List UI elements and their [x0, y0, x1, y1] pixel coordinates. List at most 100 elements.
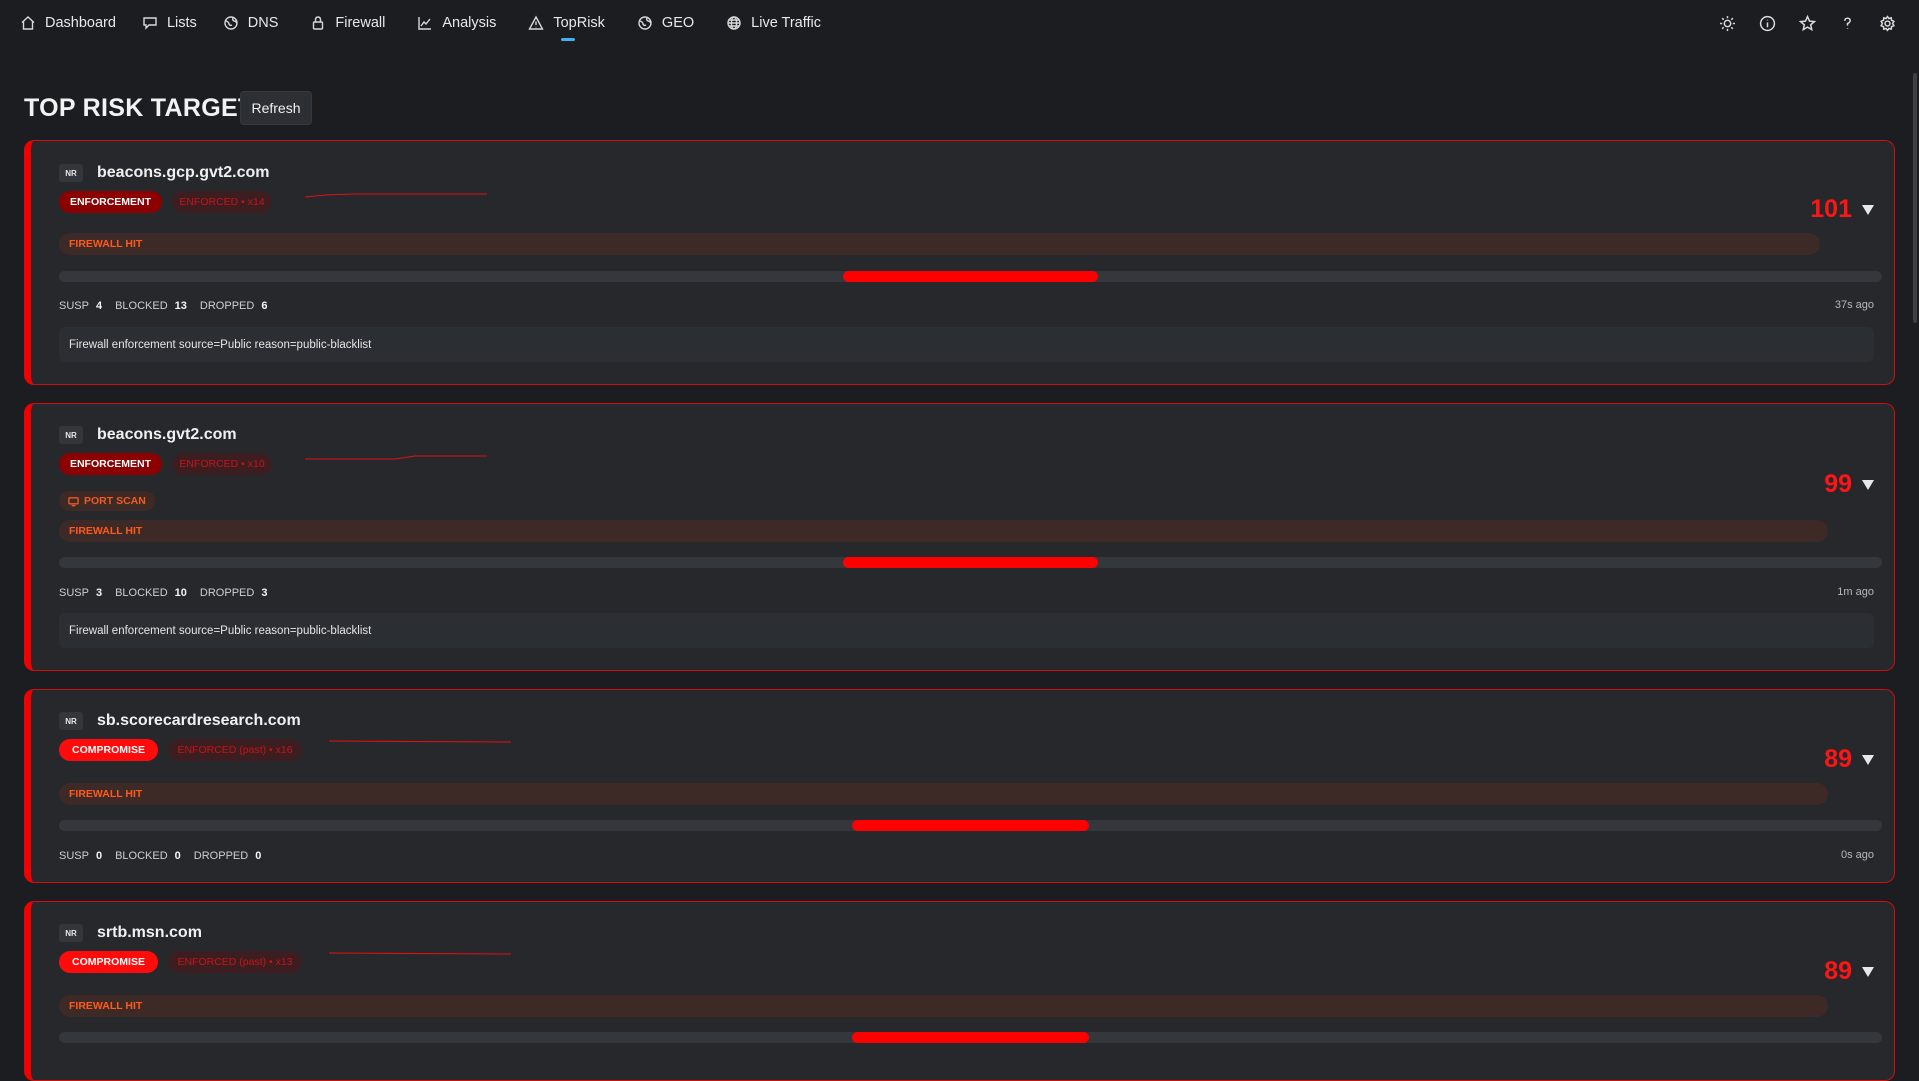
- target-domain: sb.scorecardresearch.com: [97, 712, 301, 729]
- risk-score[interactable]: 101: [1810, 195, 1874, 224]
- risk-bar: [59, 557, 1882, 568]
- firewall-hit-tag: FIREWALL HIT: [59, 233, 1820, 255]
- stat-value: 6: [261, 300, 268, 312]
- trend-sparkline: [329, 952, 511, 955]
- risk-score[interactable]: 99: [1824, 470, 1874, 499]
- stats-row: SUSP 0 BLOCKED 0 DROPPED 0: [59, 850, 274, 862]
- home-icon: [21, 16, 35, 30]
- timestamp: 0s ago: [1840, 849, 1874, 861]
- nr-badge: NR: [59, 712, 83, 730]
- stat-label: DROPPED: [199, 587, 255, 599]
- trend-sparkline: [329, 740, 511, 743]
- help-icon: [1843, 16, 1851, 29]
- nr-badge: NR: [59, 164, 83, 182]
- target-domain: beacons.gcp.gvt2.com: [97, 164, 270, 181]
- stat-label: BLOCKED: [115, 850, 168, 862]
- nav-label: Live Traffic: [751, 15, 822, 31]
- top-nav: Dashboard Lists DNS Firewall Analysis To…: [0, 0, 1919, 46]
- reason-box: Firewall enforcement source=Public reaso…: [59, 327, 1874, 362]
- target-domain: beacons.gvt2.com: [97, 426, 237, 443]
- globe-icon: [224, 16, 238, 30]
- nav-firewall[interactable]: Firewall: [292, 0, 399, 46]
- timestamp: 37s ago: [1834, 299, 1874, 311]
- status-badge: COMPROMISE: [59, 739, 158, 761]
- risk-card[interactable]: NR beacons.gvt2.com ENFORCEMENT ENFORCED…: [24, 403, 1895, 671]
- stats-row: SUSP 3 BLOCKED 10 DROPPED 3: [59, 587, 280, 599]
- risk-bar: [59, 820, 1882, 831]
- warning-icon: [528, 15, 545, 30]
- stat-label: SUSP: [59, 300, 89, 312]
- theme-toggle[interactable]: [1707, 0, 1747, 46]
- nav-label: GEO: [661, 15, 695, 31]
- enforced-badge: ENFORCED • x14: [172, 191, 272, 213]
- firewall-hit-tag: FIREWALL HIT: [59, 520, 1828, 542]
- nav-label: TopRisk: [553, 15, 605, 31]
- nav-dns[interactable]: DNS: [211, 0, 293, 46]
- stats-row: SUSP 4 BLOCKED 13 DROPPED 6: [59, 300, 280, 312]
- firewall-hit-tag: FIREWALL HIT: [59, 995, 1828, 1017]
- stat-value: 10: [174, 587, 187, 599]
- risk-score-value: 89: [1824, 745, 1852, 773]
- nav-analysis[interactable]: Analysis: [399, 0, 510, 46]
- trend-sparkline: [305, 193, 487, 198]
- nav-label: Lists: [166, 15, 197, 31]
- nav-label: DNS: [247, 15, 279, 31]
- enforced-badge: ENFORCED (past) • x16: [168, 739, 302, 761]
- risk-score[interactable]: 89: [1824, 957, 1874, 986]
- scan-icon: [68, 496, 79, 506]
- scrollbar[interactable]: [1913, 73, 1917, 323]
- enforced-badge: ENFORCED (past) • x13: [168, 951, 302, 973]
- enforced-badge: ENFORCED • x10: [172, 453, 272, 475]
- firewall-hit-label: FIREWALL HIT: [69, 788, 143, 800]
- stat-label: BLOCKED: [115, 300, 168, 312]
- nav-toprisk[interactable]: TopRisk: [510, 0, 619, 46]
- stat-label: SUSP: [59, 587, 89, 599]
- help-button[interactable]: [1827, 0, 1867, 46]
- trend-sparkline: [305, 455, 487, 460]
- nav-lists[interactable]: Lists: [130, 0, 211, 46]
- risk-score-value: 99: [1824, 470, 1852, 498]
- world-icon: [727, 16, 741, 30]
- page-title: TOP RISK TARGETS: [24, 94, 271, 122]
- info-icon: [1759, 15, 1775, 31]
- stat-label: DROPPED: [199, 300, 255, 312]
- refresh-button[interactable]: Refresh: [240, 91, 312, 125]
- comment-icon: [143, 17, 157, 30]
- reason-box: Firewall enforcement source=Public reaso…: [59, 613, 1874, 648]
- stat-value: 0: [95, 850, 103, 862]
- timestamp: 1m ago: [1837, 586, 1874, 598]
- nav-label: Firewall: [335, 15, 386, 31]
- firewall-hit-tag: FIREWALL HIT: [59, 783, 1828, 805]
- nav-label: Analysis: [442, 15, 497, 31]
- chevron-down-icon: [1862, 204, 1874, 215]
- stat-value: 13: [174, 300, 187, 312]
- risk-bar-fill: [842, 557, 1099, 568]
- favorites-button[interactable]: [1787, 0, 1827, 46]
- risk-card[interactable]: NR srtb.msn.com COMPROMISE ENFORCED (pas…: [24, 901, 1895, 1081]
- lock-icon: [313, 16, 324, 30]
- nav-label: Dashboard: [45, 15, 116, 31]
- risk-card[interactable]: NR beacons.gcp.gvt2.com ENFORCEMENT ENFO…: [24, 140, 1895, 385]
- firewall-hit-label: FIREWALL HIT: [69, 1000, 143, 1012]
- risk-bar: [59, 1032, 1882, 1043]
- chevron-down-icon: [1862, 754, 1874, 765]
- settings-button[interactable]: [1867, 0, 1907, 46]
- status-badge: ENFORCEMENT: [59, 453, 162, 475]
- stat-label: SUSP: [59, 850, 89, 862]
- risk-card[interactable]: NR sb.scorecardresearch.com COMPROMISE E…: [24, 689, 1895, 883]
- nav-tools: [1707, 0, 1907, 46]
- stat-value: 0: [174, 850, 181, 862]
- risk-score-value: 101: [1810, 195, 1852, 223]
- port-scan-tag: PORT SCAN: [59, 491, 155, 511]
- stat-value: 0: [255, 850, 262, 862]
- info-button[interactable]: [1747, 0, 1787, 46]
- chevron-down-icon: [1862, 966, 1874, 977]
- risk-bar-fill: [842, 271, 1099, 282]
- risk-bar: [59, 271, 1882, 282]
- nav-live-traffic[interactable]: Live Traffic: [708, 0, 835, 46]
- firewall-hit-label: FIREWALL HIT: [69, 238, 143, 250]
- risk-score[interactable]: 89: [1824, 745, 1874, 774]
- status-badge: ENFORCEMENT: [59, 191, 162, 213]
- nav-geo[interactable]: GEO: [619, 0, 708, 46]
- nav-dashboard[interactable]: Dashboard: [0, 0, 130, 46]
